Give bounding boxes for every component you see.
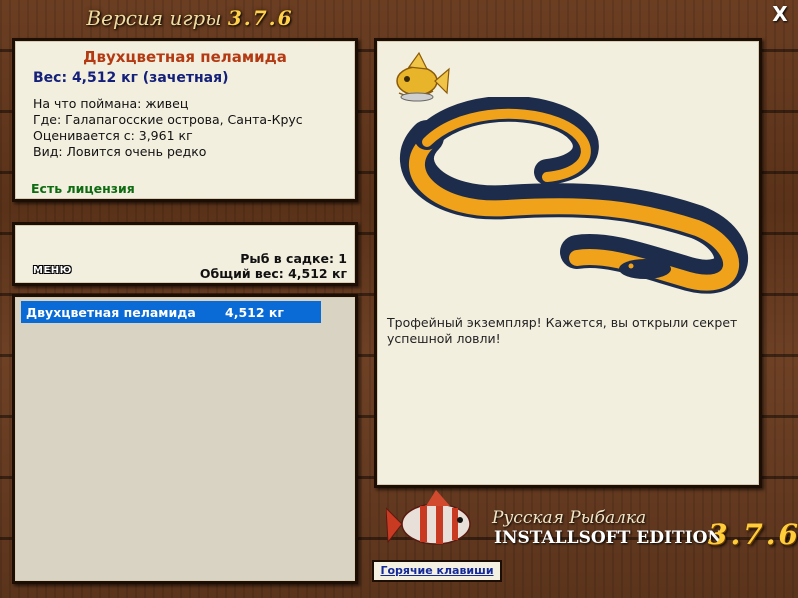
fish-weight: Вес: 4,512 кг (зачетная) [33,70,229,86]
license-status: Есть лицензия [31,181,135,196]
rarity-info: Вид: Ловится очень редко [33,144,207,159]
bait-info: На что поймана: живец [33,96,189,111]
list-item-weight: 4,512 кг [225,305,284,320]
list-item-name: Двухцветная пеламида [26,305,196,320]
fish-count: Рыб в садке: 1 [240,251,347,266]
menu-button[interactable]: МЕНЮ [33,265,72,276]
fish-photo-panel: Трофейный экземпляр! Кажется, вы открыли… [374,38,762,488]
catch-list[interactable]: Двухцветная пеламида 4,512 кг [12,294,358,584]
brand-line-2: INSTALLSOFT EDITION [494,528,723,548]
brand-line-1: Русская Рыбалка [492,508,647,528]
sea-snake-image [400,97,748,294]
fish-name: Двухцветная пеламида [83,48,287,66]
fish-info-panel: Двухцветная пеламида Вес: 4,512 кг (заче… [12,38,358,202]
total-weight: Общий вес: 4,512 кг [199,266,347,281]
game-branding: Русская Рыбалка INSTALLSOFT EDITION 3.7.… [386,488,798,560]
title-prefix: Версия игры [86,6,222,30]
rated-from-info: Оценивается с: 3,961 кг [33,128,193,143]
list-item[interactable]: Двухцветная пеламида 4,512 кг [21,301,321,323]
fish-logo-icon [386,490,471,545]
location-info: Где: Галапагосские острова, Санта-Крус [33,112,303,127]
keepnet-summary-panel: МЕНЮ Рыб в садке: 1 Общий вес: 4,512 кг [12,222,358,286]
hotkeys-button[interactable]: Горячие клавиши [372,560,502,582]
catch-description: Трофейный экземпляр! Кажется, вы открыли… [387,315,738,346]
title-version: 3.7.6 [227,6,294,30]
brand-version: 3.7.6 [708,518,798,551]
close-button[interactable]: X [770,4,790,24]
window-title: Версия игры 3.7.6 [0,6,380,30]
